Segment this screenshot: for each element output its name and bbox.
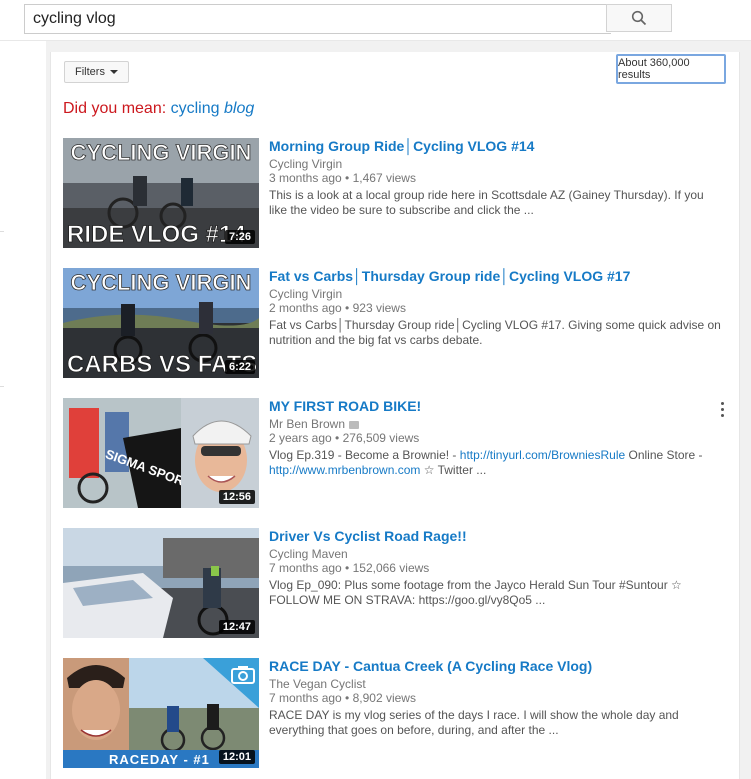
more-actions-button[interactable] [717,400,727,418]
video-thumbnail[interactable]: RACEDAY - #1 12:01 [63,658,259,768]
filters-label: Filters [75,66,105,78]
upload-age: 7 months ago [269,691,342,705]
thumbnail-top-text: CYCLING VIRGIN [71,270,252,295]
video-thumbnail[interactable]: CYCLING VIRGIN RIDE VLOG #14 7:26 [63,138,259,248]
video-description: RACE DAY is my vlog series of the days I… [269,708,679,737]
verified-badge-icon [349,420,360,429]
video-thumbnail[interactable]: CYCLING VIRGIN CARBS VS FATS 6:22 [63,268,259,378]
search-button[interactable] [606,4,672,32]
search-input[interactable] [24,4,611,34]
video-info: RACE DAY - Cantua Creek (A Cycling Race … [269,658,723,738]
results-card: Filters About 360,000 results Did you me… [50,52,740,779]
more-vert-icon [720,401,724,405]
thumbnail-bottom-text: RIDE VLOG #14 [67,221,246,248]
view-count: 923 views [352,301,406,315]
video-thumbnail[interactable]: 12:47 [63,528,259,638]
video-result: CYCLING VIRGIN CARBS VS FATS 6:22 Fat vs… [63,268,723,378]
video-duration: 12:47 [218,620,255,634]
more-vert-icon [720,413,724,417]
video-result: CYCLING VIRGIN RIDE VLOG #14 7:26 Mornin… [63,138,723,248]
description-link[interactable]: http://tinyurl.com/BrowniesRule [460,448,625,462]
upload-age: 7 months ago [269,561,342,575]
channel-name[interactable]: Cycling Virgin [269,157,723,171]
search-icon [631,10,647,26]
video-description: Vlog Ep_090: Plus some footage from the … [269,578,682,607]
upload-age: 2 years ago [269,431,332,445]
guide-sidebar [0,41,46,779]
video-description: Vlog Ep.319 - Become a Brownie! - http:/… [269,448,723,478]
view-count: 152,066 views [352,561,430,575]
video-meta: 2 years ago • 276,509 views [269,431,420,445]
video-thumbnail[interactable]: SIGMA SPORT 12:56 [63,398,259,508]
video-info: Morning Group Ride│Cycling VLOG #14 Cycl… [269,138,723,218]
description-text: ☆ Twitter ... [420,463,487,477]
channel-name-text: Mr Ben Brown [269,417,346,431]
channel-name[interactable]: The Vegan Cyclist [269,677,723,691]
video-title[interactable]: Morning Group Ride│Cycling VLOG #14 [269,138,723,155]
thumbnail-top-text: CYCLING VIRGIN [71,140,252,165]
masthead [0,0,751,41]
video-meta: 7 months ago • 152,066 views [269,561,430,575]
video-description: Fat vs Carbs│Thursday Group ride│Cycling… [269,318,721,347]
view-count: 8,902 views [352,691,416,705]
video-result: RACEDAY - #1 12:01 RACE DAY - Cantua Cre… [63,658,723,768]
video-info: MY FIRST ROAD BIKE! Mr Ben Brown 2 years… [269,398,724,478]
results-count: About 360,000 results [616,54,726,84]
video-info: Fat vs Carbs│Thursday Group ride│Cycling… [269,268,723,348]
suggestion-link[interactable]: cycling blog [171,100,255,117]
video-title[interactable]: Fat vs Carbs│Thursday Group ride│Cycling… [269,268,723,285]
upload-age: 2 months ago [269,301,342,315]
video-result: 12:47 Driver Vs Cyclist Road Rage!! Cycl… [63,528,723,638]
video-duration: 7:26 [224,230,255,244]
video-title[interactable]: Driver Vs Cyclist Road Rage!! [269,528,723,545]
description-link[interactable]: http://www.mrbenbrown.com [269,463,420,477]
video-meta: 3 months ago • 1,467 views [269,171,416,185]
channel-name[interactable]: Cycling Virgin [269,287,723,301]
video-result: SIGMA SPORT 12:56 MY FIRST ROAD BIKE! Mr… [63,398,724,508]
view-count: 1,467 views [352,171,416,185]
thumbnail-banner-text: RACEDAY - #1 [109,752,210,767]
caret-down-icon [109,70,118,74]
video-info: Driver Vs Cyclist Road Rage!! Cycling Ma… [269,528,723,608]
camera-icon [231,666,255,684]
spelling-suggestion: Did you mean: cycling blog [63,100,254,118]
upload-age: 3 months ago [269,171,342,185]
did-you-mean-label: Did you mean: [63,100,167,117]
more-vert-icon [720,407,724,411]
description-text: Online Store - [625,448,703,462]
sidebar-divider [0,386,4,387]
video-duration: 12:56 [218,490,255,504]
channel-name[interactable]: Mr Ben Brown [269,417,723,431]
video-duration: 12:01 [218,750,255,764]
suggestion-italic: blog [223,100,255,117]
filters-button[interactable]: Filters [64,61,129,83]
video-meta: 7 months ago • 8,902 views [269,691,416,705]
channel-name[interactable]: Cycling Maven [269,547,723,561]
description-text: Vlog Ep.319 - Become a Brownie! - [269,448,460,462]
video-meta: 2 months ago • 923 views [269,301,406,315]
video-description: This is a look at a local group ride her… [269,188,704,217]
video-title[interactable]: MY FIRST ROAD BIKE! [269,398,723,415]
video-duration: 6:22 [224,360,255,374]
view-count: 276,509 views [342,431,420,445]
sidebar-divider [0,231,4,232]
video-title[interactable]: RACE DAY - Cantua Creek (A Cycling Race … [269,658,723,675]
suggestion-plain: cycling [170,100,220,117]
